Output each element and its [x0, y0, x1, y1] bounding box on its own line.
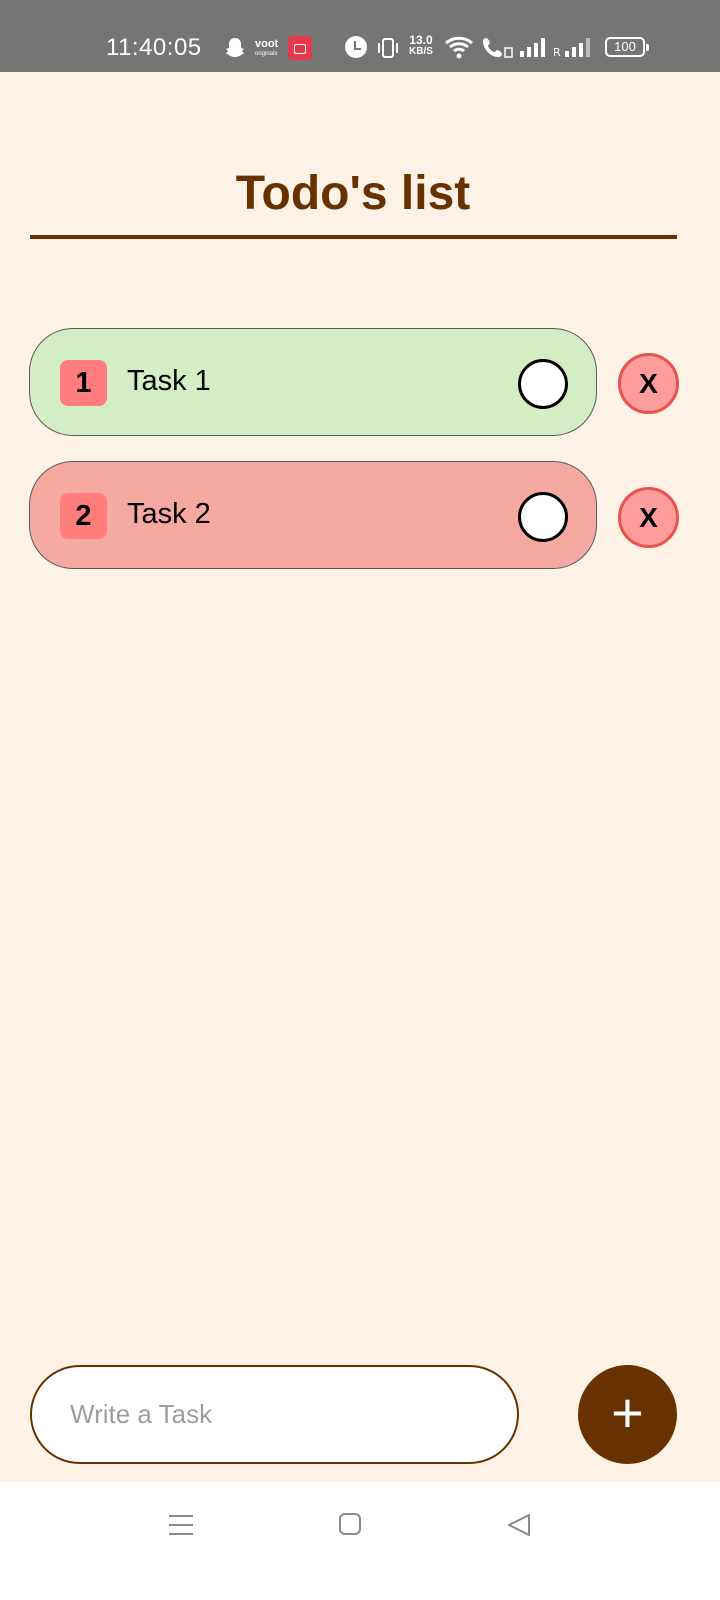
add-task-button[interactable]: +	[578, 1365, 677, 1464]
page-title: Todo's list	[235, 167, 471, 220]
task-label: Task 1	[127, 365, 211, 397]
net-speed: 13.0 KB/S	[409, 34, 433, 58]
home-icon[interactable]	[338, 1512, 362, 1536]
task-item[interactable]: 1 Task 1	[29, 328, 597, 436]
snapchat-ghost-icon	[226, 38, 244, 57]
voot-icon: voot originals	[255, 38, 279, 58]
net-speed-unit: KB/S	[409, 46, 433, 57]
svg-text:R: R	[553, 46, 561, 58]
status-bar: 11:40:05 voot originals 13.0 KB/S R 100	[0, 0, 720, 72]
task-label: Task 2	[127, 498, 211, 530]
vibrate-icon	[378, 38, 398, 58]
signal-icon	[520, 38, 545, 57]
screen-record-icon	[288, 36, 312, 60]
task-complete-checkbox[interactable]	[518, 492, 568, 542]
delete-task-button[interactable]: X	[618, 353, 679, 414]
alarm-icon	[345, 36, 367, 58]
task-input[interactable]	[30, 1365, 519, 1464]
back-icon[interactable]	[506, 1512, 532, 1538]
task-number-badge: 2	[60, 493, 107, 539]
volte-call-icon	[483, 38, 513, 58]
wifi-icon	[445, 36, 473, 59]
delete-task-button[interactable]: X	[618, 487, 679, 548]
battery-level: 100	[614, 39, 636, 54]
signal-roaming-icon: R	[553, 38, 590, 58]
net-speed-value: 13.0	[409, 33, 433, 47]
status-time: 11:40:05	[106, 34, 202, 61]
task-number-badge: 1	[60, 360, 107, 406]
navigation-bar	[0, 1482, 720, 1600]
task-complete-checkbox[interactable]	[518, 359, 568, 409]
battery-icon: 100	[605, 37, 649, 57]
task-item[interactable]: 2 Task 2	[29, 461, 597, 569]
title-divider	[30, 235, 677, 239]
menu-icon[interactable]	[168, 1512, 194, 1538]
